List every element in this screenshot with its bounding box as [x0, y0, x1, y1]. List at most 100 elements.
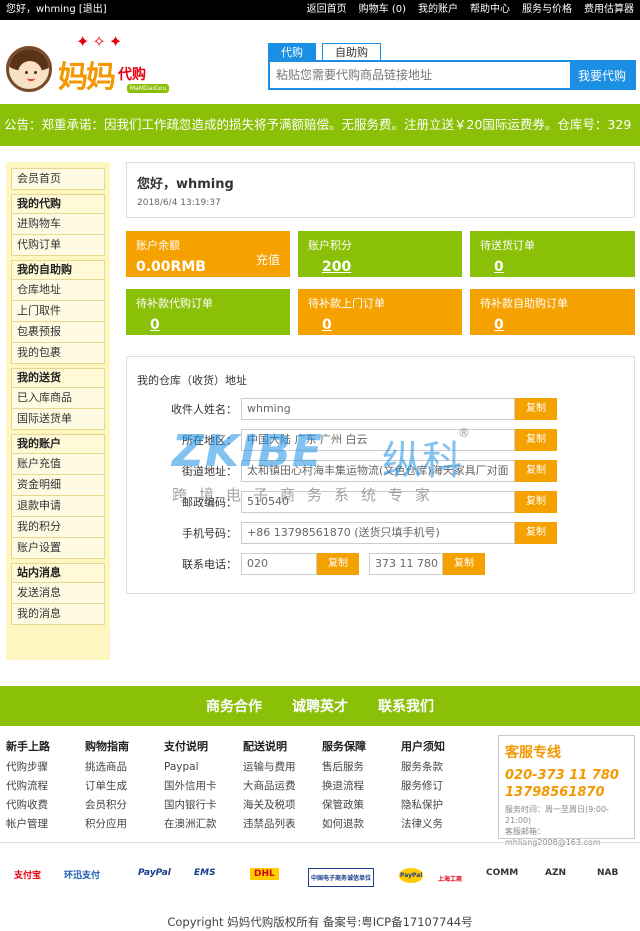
card-value[interactable]: 0	[322, 317, 332, 333]
field-value[interactable]: 太和镇田心村海丰集运物流(文色仓库)海天家具厂对面	[241, 460, 515, 482]
footer-link-contact[interactable]: 联系我们	[378, 696, 434, 716]
field-value-phone[interactable]: 373 11 780	[369, 553, 443, 575]
footer-link[interactable]: 违禁品列表	[243, 815, 322, 834]
footer-link[interactable]: 换退流程	[322, 777, 401, 796]
footer-link[interactable]: 运输与费用	[243, 758, 322, 777]
footer-link[interactable]: 保管政策	[322, 796, 401, 815]
card-pending-pickup-payment[interactable]: 待补款上门订单 0	[298, 289, 462, 335]
sidebar-item-points[interactable]: 我的积分	[11, 517, 105, 538]
top-link-cart[interactable]: 购物车 (0)	[359, 0, 406, 20]
tab-daigou[interactable]: 代购	[268, 43, 316, 61]
sidebar-group-delivery: 我的送货 已入库商品 国际送货单	[11, 368, 105, 430]
footer-link-business[interactable]: 商务合作	[206, 696, 262, 716]
search-input[interactable]	[270, 62, 570, 88]
footer-link[interactable]: 会员积分	[85, 796, 164, 815]
card-value[interactable]: 0	[150, 317, 160, 333]
card-pending-selfbuy-payment[interactable]: 待补款自助购订单 0	[470, 289, 635, 335]
footer-link[interactable]: 订单生成	[85, 777, 164, 796]
sidebar-item-daigou-orders[interactable]: 代购订单	[11, 235, 105, 256]
top-link-help[interactable]: 帮助中心	[470, 0, 510, 20]
footer-link[interactable]: 代购收费	[6, 796, 85, 815]
tab-self-buy[interactable]: 自助购	[322, 43, 381, 61]
top-link-home[interactable]: 返回首页	[307, 0, 347, 20]
footer-link[interactable]: 海关及税项	[243, 796, 322, 815]
footer-link[interactable]: 国外信用卡	[164, 777, 243, 796]
footer-link[interactable]: 大商品运费	[243, 777, 322, 796]
footer-col-title: 配送说明	[243, 740, 287, 753]
footer-link[interactable]: 服务条款	[401, 758, 480, 777]
footer-link[interactable]: Paypal	[164, 758, 243, 777]
top-link-estimator[interactable]: 费用估算器	[584, 0, 634, 20]
top-bar: 您好，whming [退出] 返回首页 购物车 (0) 我的账户 帮助中心 服务…	[0, 0, 640, 20]
sidebar-item-warehouse-address[interactable]: 仓库地址	[11, 280, 105, 301]
footer-link[interactable]: 国内银行卡	[164, 796, 243, 815]
sidebar-item-funds[interactable]: 资金明细	[11, 475, 105, 496]
card-pending-delivery[interactable]: 待送货订单 0	[470, 231, 635, 277]
sidebar-item-send-message[interactable]: 发送消息	[11, 583, 105, 604]
sidebar-item-my-parcels[interactable]: 我的包裹	[11, 343, 105, 364]
card-value[interactable]: 0	[494, 259, 504, 275]
recharge-link[interactable]: 充值	[256, 251, 280, 268]
top-link-account[interactable]: 我的账户	[418, 0, 458, 20]
sidebar-item-cart[interactable]: 进购物车	[11, 214, 105, 235]
footer-link[interactable]: 法律义务	[401, 815, 480, 834]
footer-col-title: 购物指南	[85, 740, 129, 753]
search-button[interactable]: 我要代购	[570, 62, 634, 88]
footer-link[interactable]: 售后服务	[322, 758, 401, 777]
footer-link[interactable]: 代购步骤	[6, 758, 85, 777]
service-email-label: 客服邮箱：	[505, 827, 545, 836]
firework-icon: ✦✧✦	[76, 32, 126, 51]
footer-link[interactable]: 挑选商品	[85, 758, 164, 777]
footer-link[interactable]: 代购流程	[6, 777, 85, 796]
footer-bar: 商务合作 诚聘英才 联系我们	[0, 686, 640, 726]
sidebar-item-my-messages[interactable]: 我的消息	[11, 604, 105, 625]
field-value[interactable]: 510540	[241, 491, 515, 513]
sidebar-group-title: 我的代购	[11, 194, 105, 214]
copy-button[interactable]: 复制	[515, 522, 557, 544]
footer-link[interactable]: 隐私保护	[401, 796, 480, 815]
copy-button[interactable]: 复制	[317, 553, 359, 575]
footer-link[interactable]: 积分应用	[85, 815, 164, 834]
footer-col-shipping: 配送说明 运输与费用 大商品运费 海关及税项 违禁品列表	[243, 738, 322, 834]
footer-col-title: 服务保障	[322, 740, 366, 753]
copy-button[interactable]: 复制	[515, 460, 557, 482]
footer-link[interactable]: 如何退款	[322, 815, 401, 834]
sidebar-item-refund[interactable]: 退款申请	[11, 496, 105, 517]
field-value[interactable]: whming	[241, 398, 515, 420]
comm-logo: COMM	[486, 868, 519, 878]
field-label: 街道地址：	[182, 465, 237, 478]
logo-text: 妈妈	[58, 60, 116, 95]
card-value[interactable]: 0	[494, 317, 504, 333]
copy-button[interactable]: 复制	[515, 429, 557, 451]
copy-button[interactable]: 复制	[515, 398, 557, 420]
sidebar-group-title: 我的账户	[11, 434, 105, 454]
sidebar-item-home[interactable]: 会员首页	[11, 168, 105, 190]
sidebar-item-intl-shipping[interactable]: 国际送货单	[11, 409, 105, 430]
ems-logo: EMS	[194, 868, 216, 878]
footer-col-service: 服务保障 售后服务 换退流程 保管政策 如何退款	[322, 738, 401, 834]
sidebar-item-parcel-forecast[interactable]: 包裹预报	[11, 322, 105, 343]
sidebar-item-recharge[interactable]: 账户充值	[11, 454, 105, 475]
field-label: 联系电话：	[182, 558, 237, 571]
divider	[0, 842, 640, 843]
sidebar-item-settings[interactable]: 账户设置	[11, 538, 105, 559]
card-value[interactable]: 200	[322, 259, 351, 275]
field-value-area-code[interactable]: 020	[241, 553, 317, 575]
footer-link[interactable]: 在澳洲汇款	[164, 815, 243, 834]
sidebar-item-pickup[interactable]: 上门取件	[11, 301, 105, 322]
footer-link[interactable]: 服务修订	[401, 777, 480, 796]
footer-col-payment: 支付说明 Paypal 国外信用卡 国内银行卡 在澳洲汇款	[164, 738, 243, 834]
copy-button[interactable]: 复制	[443, 553, 485, 575]
footer-link[interactable]: 帐户管理	[6, 815, 85, 834]
field-mobile: 手机号码： +86 13798561870 (送货只填手机号) 复制	[127, 522, 557, 544]
card-pending-daigou-payment[interactable]: 待补款代购订单 0	[126, 289, 290, 335]
copy-button[interactable]: 复制	[515, 491, 557, 513]
field-value[interactable]: 中国大陆 广东 广州 白云	[241, 429, 515, 451]
site-logo[interactable]: ✦✧✦ 妈妈 代购 MaMDaiGou	[6, 32, 170, 96]
footer-link-jobs[interactable]: 诚聘英才	[292, 696, 348, 716]
sidebar-item-stored-goods[interactable]: 已入库商品	[11, 388, 105, 409]
card-points[interactable]: 账户积分 200	[298, 231, 462, 277]
greeting-text[interactable]: 您好，whming [退出]	[6, 0, 107, 20]
top-link-pricing[interactable]: 服务与价格	[522, 0, 572, 20]
field-value[interactable]: +86 13798561870 (送货只填手机号)	[241, 522, 515, 544]
